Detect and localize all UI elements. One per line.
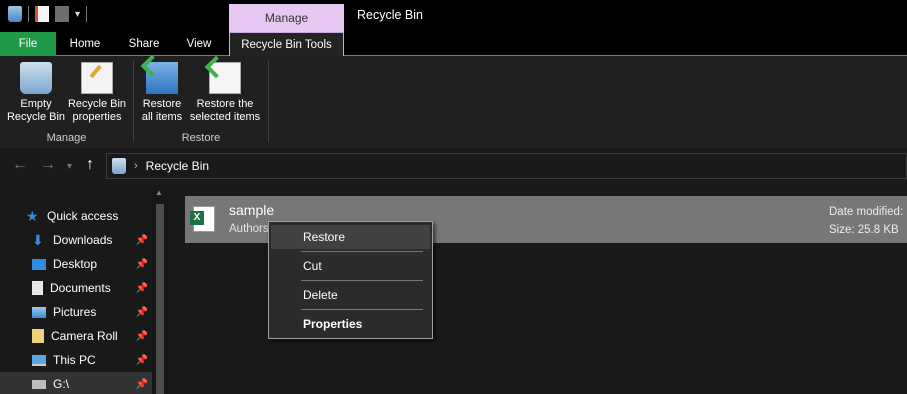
title-bar: ▾ Manage Recycle Bin: [0, 0, 907, 32]
address-bar[interactable]: › Recycle Bin: [106, 153, 907, 179]
ribbon-group-divider: [268, 60, 269, 142]
window-title: Recycle Bin: [357, 8, 423, 22]
nav-scrollbar[interactable]: ▲: [152, 184, 167, 394]
recent-locations-icon[interactable]: ▾: [67, 161, 72, 172]
back-arrow-icon[interactable]: ←: [12, 156, 28, 174]
quick-access-toolbar: ▾: [8, 6, 88, 22]
sidebar-item-label: This PC: [53, 353, 96, 367]
manage-context-group: Manage: [229, 4, 344, 32]
recycle-bin-icon: [8, 6, 22, 22]
forward-arrow-icon[interactable]: →: [40, 156, 56, 174]
recycle-bin-icon: [112, 158, 126, 174]
star-icon: ★: [26, 208, 39, 224]
properties-icon: [81, 62, 113, 94]
recycle-bin-properties-label: Recycle Bin properties: [67, 98, 127, 123]
computer-icon: [32, 354, 46, 366]
ribbon: Empty Recycle Bin Recycle Bin properties…: [0, 56, 907, 148]
ribbon-group-divider: [133, 60, 134, 142]
sidebar-item-label: Camera Roll: [51, 329, 118, 343]
scroll-up-arrow-icon[interactable]: ▲: [155, 188, 163, 197]
ribbon-tabs: File Home Share View Recycle Bin Tools: [0, 32, 907, 57]
menu-item-properties[interactable]: Properties: [271, 312, 430, 336]
sidebar-item-downloads[interactable]: ⬇ Downloads 📌: [32, 228, 152, 252]
chevron-right-icon[interactable]: ›: [134, 160, 138, 172]
folder-icon: [32, 329, 44, 343]
menu-item-delete[interactable]: Delete: [271, 283, 430, 307]
new-folder-icon[interactable]: [55, 6, 69, 22]
breadcrumb[interactable]: Recycle Bin: [146, 159, 209, 173]
sidebar-item-camera-roll[interactable]: Camera Roll 📌: [32, 324, 152, 348]
menu-divider: [301, 251, 423, 252]
pin-icon[interactable]: 📌: [136, 331, 148, 342]
sidebar-item-this-pc[interactable]: This PC 📌: [32, 348, 152, 372]
menu-item-cut[interactable]: Cut: [271, 254, 430, 278]
sidebar-item-g-drive[interactable]: G:\ 📌: [0, 372, 152, 394]
toolbar-divider: [28, 6, 29, 22]
sidebar-item-pictures[interactable]: Pictures 📌: [32, 300, 152, 324]
file-name: sample: [229, 202, 275, 218]
restore-selected-icon: [209, 62, 241, 94]
restore-all-items-button[interactable]: Restore all items: [138, 60, 186, 124]
tab-share[interactable]: Share: [120, 32, 168, 56]
sidebar-item-label: Quick access: [47, 209, 119, 223]
restore-all-items-label: Restore all items: [141, 98, 183, 123]
recycle-bin-properties-button[interactable]: Recycle Bin properties: [67, 60, 127, 124]
sidebar-item-quick-access[interactable]: ★ Quick access: [26, 204, 152, 228]
sidebar-item-label: Pictures: [53, 305, 97, 319]
group-label-restore: Restore: [181, 132, 221, 144]
tab-file[interactable]: File: [0, 32, 56, 56]
toolbar-divider: [86, 6, 88, 22]
pin-icon[interactable]: 📌: [136, 235, 148, 246]
customize-toolbar-icon[interactable]: ▾: [75, 9, 80, 20]
context-menu: Restore Cut Delete Properties: [268, 221, 433, 339]
menu-divider: [301, 280, 423, 281]
excel-file-icon: [190, 206, 215, 232]
document-icon: [32, 281, 43, 295]
pin-icon[interactable]: 📌: [136, 259, 148, 270]
pin-icon[interactable]: 📌: [136, 379, 148, 390]
recycle-bin-icon: [20, 62, 52, 94]
navigation-bar: ← → ▾ ↑ › Recycle Bin: [0, 148, 907, 184]
tab-recycle-bin-tools[interactable]: Recycle Bin Tools: [229, 32, 344, 57]
file-authors: Authors: [229, 223, 269, 235]
scroll-thumb[interactable]: [156, 204, 164, 394]
tab-view[interactable]: View: [178, 32, 220, 56]
tab-home[interactable]: Home: [62, 32, 108, 56]
desktop-folder-icon: [32, 258, 46, 270]
group-label-manage: Manage: [46, 132, 87, 144]
navigation-pane: ★ Quick access ⬇ Downloads 📌 Desktop 📌 D…: [0, 184, 168, 394]
restore-selected-items-button[interactable]: Restore the selected items: [187, 60, 263, 124]
download-arrow-icon: ⬇: [32, 232, 44, 248]
restore-all-icon: [146, 62, 178, 94]
up-arrow-icon[interactable]: ↑: [86, 156, 94, 174]
restore-selected-items-label: Restore the selected items: [189, 98, 261, 123]
empty-recycle-bin-button[interactable]: Empty Recycle Bin: [6, 60, 66, 124]
file-date-modified: Date modified:: [829, 206, 904, 218]
menu-divider: [301, 309, 423, 310]
pin-icon[interactable]: 📌: [136, 283, 148, 294]
pictures-icon: [32, 306, 46, 318]
sidebar-item-desktop[interactable]: Desktop 📌: [32, 252, 152, 276]
pin-icon[interactable]: 📌: [136, 307, 148, 318]
sidebar-item-documents[interactable]: Documents 📌: [32, 276, 152, 300]
sidebar-item-label: Desktop: [53, 257, 98, 271]
empty-recycle-bin-label: Empty Recycle Bin: [6, 98, 66, 123]
drive-icon: [32, 379, 46, 389]
properties-icon[interactable]: [35, 6, 49, 22]
menu-item-restore[interactable]: Restore: [271, 225, 430, 249]
file-size: Size: 25.8 KB: [829, 224, 899, 236]
sidebar-item-label: G:\: [53, 377, 70, 391]
pin-icon[interactable]: 📌: [136, 355, 148, 366]
sidebar-item-label: Downloads: [53, 233, 113, 247]
sidebar-item-label: Documents: [50, 281, 111, 295]
